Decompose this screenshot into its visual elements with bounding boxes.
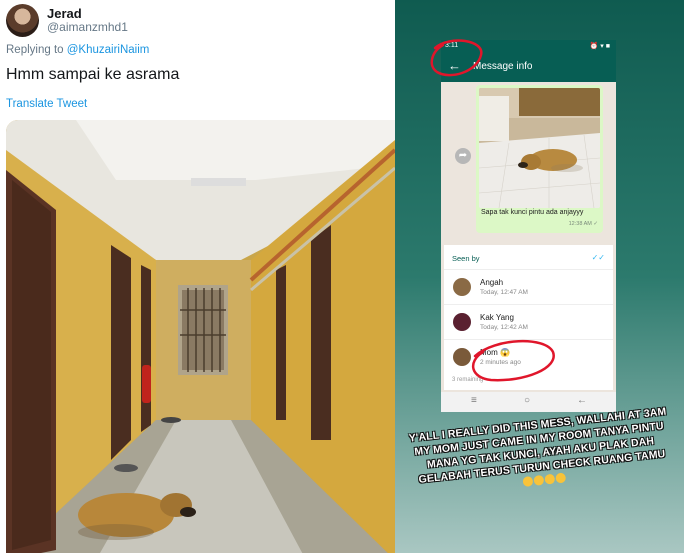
app-bar: ← Message info bbox=[441, 52, 616, 82]
status-icons: ⏰ ▾ ■ bbox=[589, 43, 610, 50]
menu-icon[interactable]: ≡ bbox=[471, 395, 477, 406]
corridor-photo bbox=[6, 120, 395, 553]
mention-link[interactable]: @KhuzairiNaiim bbox=[67, 44, 150, 56]
seen-by-label: Seen by bbox=[452, 254, 480, 263]
double-check-icon: ✓✓ bbox=[591, 253, 605, 262]
avatar[interactable] bbox=[6, 4, 39, 37]
viewer-time: Today, 12:42 AM bbox=[480, 324, 528, 331]
user-handle[interactable]: @aimanzmhd1 bbox=[47, 20, 128, 34]
status-bar: 3:11 ⏰ ▾ ■ bbox=[441, 40, 616, 52]
tweet-photo[interactable] bbox=[6, 120, 395, 553]
translate-tweet-link[interactable]: Translate Tweet bbox=[6, 98, 87, 110]
tweet-panel: Jerad @aimanzmhd1 Replying to @KhuzairiN… bbox=[0, 0, 395, 553]
viewer-name: Mom 😱 bbox=[480, 348, 510, 357]
avatar bbox=[453, 348, 471, 366]
replying-prefix: Replying to bbox=[6, 44, 64, 56]
viewer-name: Kak Yang bbox=[480, 313, 514, 322]
avatar bbox=[453, 278, 471, 296]
home-icon[interactable]: ○ bbox=[524, 395, 530, 406]
page-title: Message info bbox=[473, 61, 533, 72]
seen-by-card: Seen by ✓✓ Angah Today, 12:47 AM Kak Yan… bbox=[444, 245, 613, 390]
list-item[interactable]: Angah Today, 12:47 AM bbox=[444, 269, 613, 303]
message-bubble: Sapa tak kunci pintu ada anjayyy 12:38 A… bbox=[476, 85, 603, 233]
list-item[interactable]: Mom 😱 2 minutes ago bbox=[444, 339, 613, 373]
display-name[interactable]: Jerad bbox=[47, 6, 82, 21]
status-time: 3:11 bbox=[445, 42, 459, 49]
back-icon[interactable]: ← bbox=[577, 395, 587, 406]
message-photo[interactable] bbox=[479, 88, 600, 208]
story-panel: 3:11 ⏰ ▾ ■ ← Message info ➦ Sapa tak kun… bbox=[395, 0, 684, 553]
tweet-text: Hmm sampai ke asrama bbox=[6, 66, 180, 83]
message-time: 12:38 AM ✓ bbox=[568, 221, 598, 227]
list-item[interactable]: Kak Yang Today, 12:42 AM bbox=[444, 304, 613, 338]
nav-bar: ≡ ○ ← bbox=[441, 392, 616, 412]
arrow-left-icon[interactable]: ← bbox=[448, 58, 461, 73]
viewer-time: Today, 12:47 AM bbox=[480, 289, 528, 296]
phone-screenshot: 3:11 ⏰ ▾ ■ ← Message info ➦ Sapa tak kun… bbox=[441, 40, 616, 412]
dog-photo bbox=[479, 88, 600, 208]
message-caption: Sapa tak kunci pintu ada anjayyy bbox=[481, 209, 584, 216]
viewer-time: 2 minutes ago bbox=[480, 359, 521, 366]
story-caption: Y'ALL I REALLY DID THIS MESS, WALLAHI AT… bbox=[400, 404, 681, 502]
replying-to: Replying to @KhuzairiNaiim bbox=[6, 44, 149, 56]
viewer-name: Angah bbox=[480, 278, 504, 287]
avatar bbox=[453, 313, 471, 331]
forward-icon[interactable]: ➦ bbox=[455, 148, 471, 164]
remaining-count: 3 remaining bbox=[452, 377, 484, 383]
